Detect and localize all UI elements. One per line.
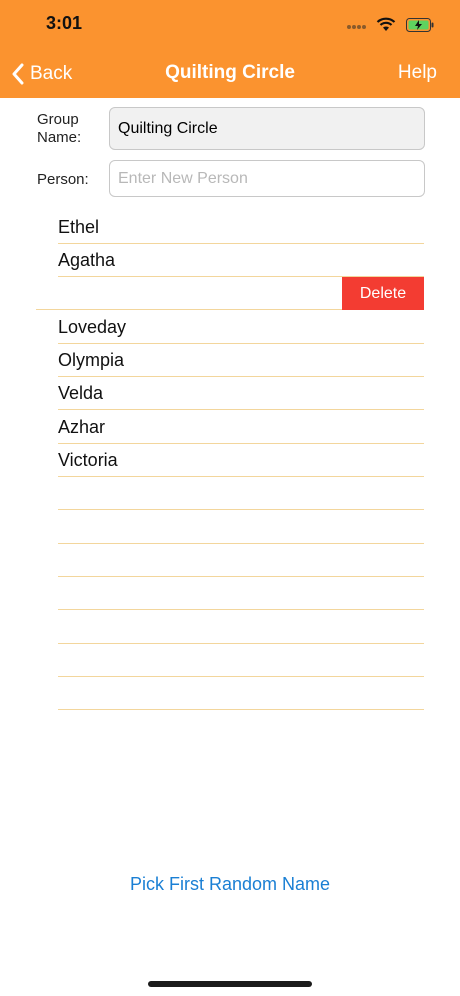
person-input[interactable] xyxy=(109,160,425,197)
person-name: Ethel xyxy=(58,217,100,237)
list-item[interactable]: Loveday xyxy=(58,311,424,344)
person-name: Velda xyxy=(58,383,104,403)
list-item[interactable]: Olympia xyxy=(58,344,424,377)
chevron-left-icon xyxy=(12,63,24,85)
group-name-label: Group Name: xyxy=(37,111,82,146)
battery-charging-icon xyxy=(406,18,434,32)
list-item-swiped[interactable]: Delete xyxy=(36,277,424,310)
back-label: Back xyxy=(30,63,73,84)
person-name: Olympia xyxy=(58,350,125,370)
status-icons xyxy=(346,15,434,35)
list-item[interactable] xyxy=(58,677,424,710)
list-item[interactable] xyxy=(58,577,424,610)
list-item[interactable] xyxy=(58,544,424,577)
list-item[interactable] xyxy=(58,611,424,644)
help-button[interactable]: Help xyxy=(398,62,437,84)
person-name: Azhar xyxy=(58,417,106,437)
delete-button[interactable]: Delete xyxy=(342,277,424,310)
list-item[interactable] xyxy=(58,511,424,544)
home-indicator[interactable] xyxy=(148,981,312,987)
list-item[interactable]: Ethel xyxy=(58,211,424,244)
status-time: 3:01 xyxy=(46,13,83,33)
list-item[interactable]: Agatha xyxy=(58,244,424,277)
list-item[interactable]: Victoria xyxy=(58,444,424,477)
list-item[interactable] xyxy=(58,477,424,510)
person-name: Victoria xyxy=(58,450,118,470)
group-name-field[interactable] xyxy=(109,107,425,150)
list-item[interactable]: Velda xyxy=(58,377,424,410)
person-label: Person: xyxy=(37,171,89,188)
back-button[interactable]: Back xyxy=(12,60,72,88)
cellular-signal-icon xyxy=(347,25,366,29)
navigation-bar: 3:01 Back Quilting Circle Help xyxy=(0,0,460,98)
person-name: Loveday xyxy=(58,317,127,337)
list-item[interactable]: Azhar xyxy=(58,411,424,444)
wifi-icon xyxy=(376,17,396,31)
person-name: Agatha xyxy=(58,250,116,270)
pick-random-name-button[interactable]: Pick First Random Name xyxy=(0,874,460,895)
list-item[interactable] xyxy=(58,644,424,677)
